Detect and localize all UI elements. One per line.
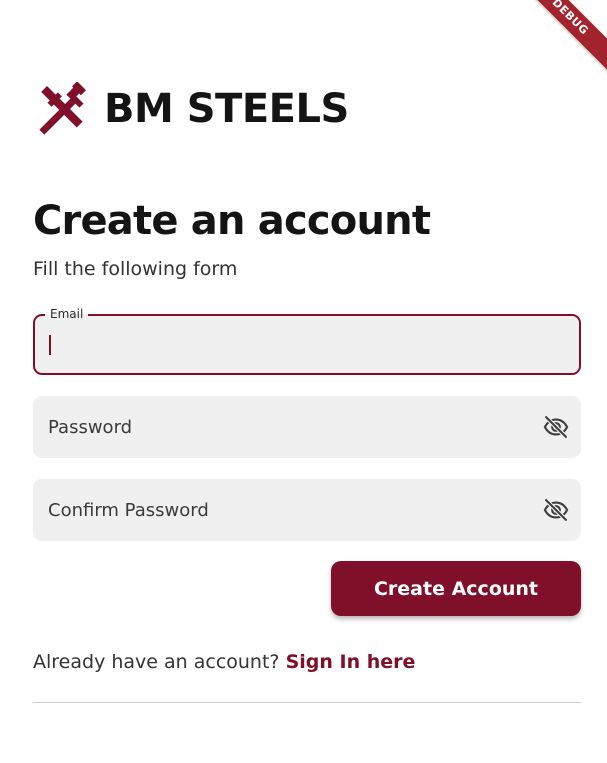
- sign-in-prompt-text: Already have an account?: [33, 651, 286, 673]
- password-input[interactable]: [48, 412, 518, 442]
- confirm-password-input[interactable]: [48, 495, 518, 525]
- email-field: Email: [33, 307, 581, 375]
- confirm-password-visibility-toggle[interactable]: [541, 495, 571, 525]
- password-field: [33, 396, 581, 458]
- eye-slash-icon: [543, 497, 569, 523]
- page-title: Create an account: [33, 198, 431, 244]
- confirm-password-field: [33, 479, 581, 541]
- debug-banner: DEBUG: [509, 0, 607, 78]
- email-input[interactable]: [48, 330, 558, 360]
- eye-slash-icon: [543, 414, 569, 440]
- sign-in-prompt-row: Already have an account? Sign In here: [33, 651, 415, 673]
- divider: [33, 702, 581, 703]
- text-caret: [49, 335, 51, 355]
- create-account-button[interactable]: Create Account: [331, 561, 581, 616]
- crossed-hammers-icon: [39, 82, 87, 135]
- create-account-screen: DEBUG BM STEELS Create an account Fill t…: [0, 0, 607, 763]
- email-label: Email: [45, 307, 89, 321]
- sign-in-link[interactable]: Sign In here: [286, 651, 416, 673]
- brand-name: BM STEELS: [104, 86, 349, 132]
- page-subtitle: Fill the following form: [33, 258, 238, 280]
- password-visibility-toggle[interactable]: [541, 412, 571, 442]
- brand-header: BM STEELS: [34, 82, 349, 136]
